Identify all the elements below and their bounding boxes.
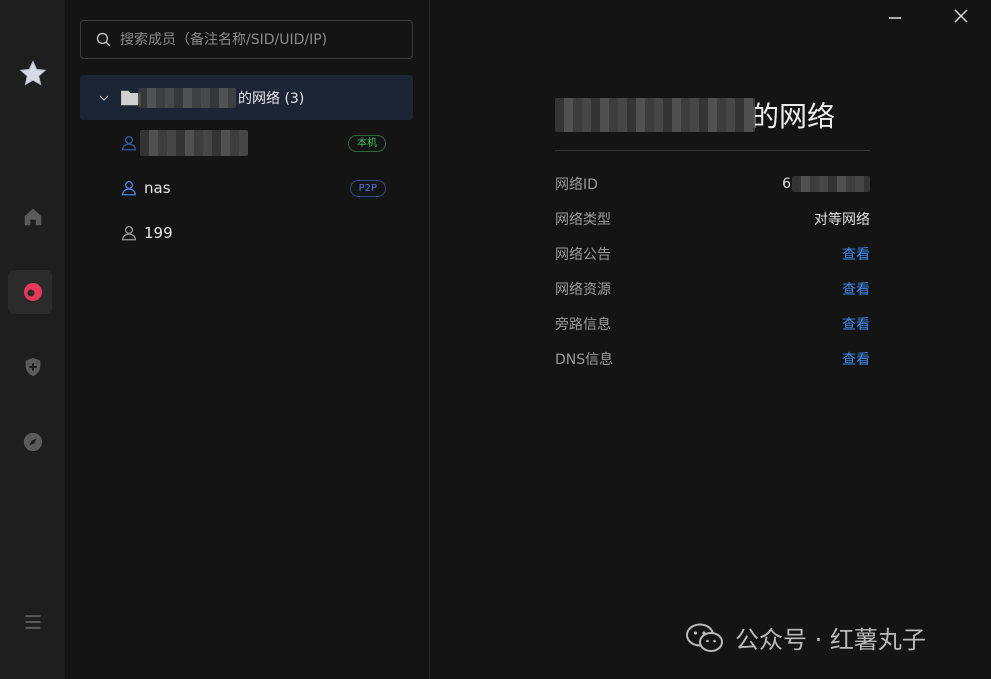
row-label: 旁路信息 [555, 317, 611, 333]
list-item-member-199[interactable]: 199 [80, 213, 413, 253]
row-network-notice: 网络公告 查看 [555, 243, 870, 265]
row-label: 网络公告 [555, 247, 611, 263]
watermark-text: 公众号 · 红薯丸子 [735, 626, 926, 654]
group-label: 的网络 (3) [238, 90, 305, 107]
row-network-type: 网络类型 对等网络 [555, 208, 870, 230]
row-label: 网络ID [555, 177, 598, 193]
masked-owner-name [138, 87, 236, 108]
row-network-id: 网络ID 6 [555, 173, 870, 195]
member-name: 199 [144, 224, 173, 242]
user-icon [121, 180, 137, 196]
minimize-icon [889, 17, 901, 19]
wechat-icon [686, 623, 723, 652]
masked-title-name [555, 98, 755, 132]
row-network-resources: 网络资源 查看 [555, 278, 870, 300]
row-label: 网络类型 [555, 212, 611, 228]
watermark: 公众号 · 红薯丸子 [685, 620, 926, 655]
close-icon [954, 9, 968, 23]
row-dns-info: DNS信息 查看 [555, 348, 870, 370]
search-box[interactable] [80, 20, 413, 59]
home-icon[interactable] [0, 194, 65, 240]
list-item-member-local[interactable]: 本机 [80, 123, 413, 163]
view-bypass-link[interactable]: 查看 [842, 314, 870, 334]
row-value: 对等网络 [814, 212, 870, 228]
page-title: 的网络 [555, 95, 870, 135]
network-group[interactable]: 的网络 (3) [80, 75, 413, 120]
row-label: DNS信息 [555, 352, 614, 368]
list-item-member-nas[interactable]: nas P2P [80, 168, 413, 208]
divider [555, 150, 870, 151]
network-id-value: 6 [782, 176, 870, 192]
menu-icon[interactable] [0, 599, 65, 645]
shield-icon[interactable] [0, 344, 65, 390]
local-badge: 本机 [348, 135, 386, 152]
search-input[interactable] [120, 31, 410, 48]
star-icon[interactable] [0, 51, 65, 97]
p2p-badge: P2P [349, 180, 386, 197]
close-button[interactable] [946, 4, 976, 28]
network-icon[interactable] [0, 269, 65, 315]
view-notice-link[interactable]: 查看 [842, 244, 870, 264]
view-dns-link[interactable]: 查看 [842, 349, 870, 369]
member-panel: 的网络 (3) 本机 nas P2P 199 [65, 0, 430, 679]
user-icon [121, 135, 137, 151]
minimize-button[interactable] [880, 4, 910, 28]
chevron-down-icon[interactable] [98, 92, 110, 104]
row-label: 网络资源 [555, 282, 611, 298]
member-name: nas [144, 179, 171, 197]
user-icon [121, 225, 137, 241]
icon-rail [0, 0, 65, 679]
masked-member-name [140, 130, 248, 156]
search-icon [96, 32, 111, 47]
network-detail: 的网络 网络ID 6 网络类型 对等网络 网络公告 查看 网络资源 查看 旁路信… [430, 0, 991, 679]
masked-network-id [792, 176, 870, 192]
compass-icon[interactable] [0, 419, 65, 465]
view-resources-link[interactable]: 查看 [842, 279, 870, 299]
title-text: 的网络 [751, 100, 836, 133]
row-bypass-info: 旁路信息 查看 [555, 313, 870, 335]
